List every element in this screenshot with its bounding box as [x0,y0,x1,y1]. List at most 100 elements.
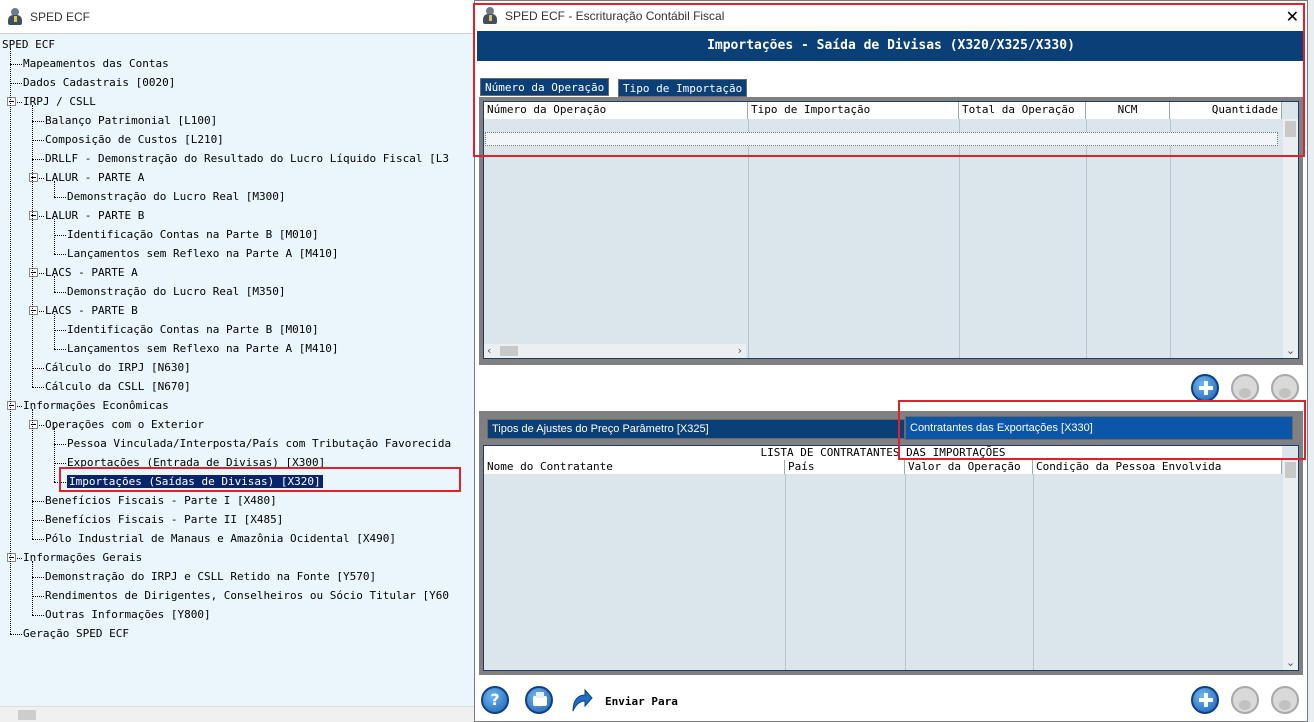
tree-item-label: Pessoa Vinculada/Interposta/País com Tri… [67,437,452,450]
tree-item[interactable]: Identificação Contas na Parte B [M010] [67,226,319,243]
tree-item-label: Dados Cadastrais [0020] [23,76,176,89]
tree-item[interactable]: Informações Econômicas [23,397,169,414]
send-arrow-icon[interactable] [569,687,593,713]
tree-item-label: Benefícios Fiscais - Parte II [X485] [45,513,284,526]
scroll-right-arrow-icon[interactable]: › [738,344,742,358]
tree-item[interactable]: Rendimentos de Dirigentes, Conselheiros … [45,587,449,604]
tree-item[interactable]: Operações com o Exterior [45,416,204,433]
col-nome-contratante[interactable]: Nome do Contratante [484,460,785,474]
tree-item-label: Informações Econômicas [23,399,169,412]
collapse-icon[interactable] [7,401,16,410]
tree-item[interactable]: Geração SPED ECF [23,625,129,642]
tab-tipo-importacao[interactable]: Tipo de Importação [618,79,748,97]
add-contractor-button[interactable] [1191,686,1219,714]
tree-item[interactable]: Demonstração do Lucro Real [M300] [67,188,286,205]
tree-item[interactable]: LACS - PARTE B [45,302,138,319]
tree-item-label: LALUR - PARTE A [45,171,145,184]
col-pais[interactable]: País [785,460,905,474]
col-quantidade[interactable]: Quantidade [1170,102,1282,119]
tree-item[interactable]: Demonstração do IRPJ e CSLL Retido na Fo… [45,568,376,585]
tree-item-label: Lançamentos sem Reflexo na Parte A [M410… [67,342,339,355]
tree-item-label: Exportações (Entrada de Divisas) [X300] [67,456,326,469]
delete-contractor-button[interactable] [1271,686,1299,714]
tree-item[interactable]: LALUR - PARTE A [45,169,144,186]
collapse-icon[interactable] [29,268,38,277]
edit-contractor-button[interactable] [1231,686,1259,714]
tree-item[interactable]: Lançamentos sem Reflexo na Parte A [M410… [67,340,339,357]
tree-item-label: Composição de Custos [L210] [45,133,224,146]
scroll-left-arrow-icon[interactable]: ‹ [487,344,491,358]
col-condicao-pessoa[interactable]: Condição da Pessoa Envolvida [1033,460,1282,474]
help-button[interactable]: ? [481,686,509,714]
tree-item-label: Pólo Industrial de Manaus e Amazônia Oci… [45,532,396,545]
collapse-icon[interactable] [29,420,38,429]
tree-item[interactable]: DRLLF - Demonstração do Resultado do Luc… [45,150,449,167]
tree-item[interactable]: Balanço Patrimonial [L100] [45,112,217,129]
collapse-icon[interactable] [29,211,38,220]
tree-item[interactable]: Identificação Contas na Parte B [M010] [67,321,319,338]
col-ncm[interactable]: NCM [1086,102,1170,119]
scroll-down-arrow-icon[interactable]: ⌄ [1286,344,1295,358]
scroll-down-arrow-icon[interactable]: ⌄ [1286,656,1295,670]
collapse-icon[interactable] [7,553,16,562]
delete-operation-button[interactable] [1271,374,1299,402]
tab-contratantes-exportacoes[interactable]: Contratantes das Exportações [X330] [905,416,1293,440]
tree-item[interactable]: Outras Informações [Y800] [45,606,211,623]
table-row[interactable] [485,132,1278,146]
operations-grid: Número da Operação Tipo de Importação To… [483,101,1299,359]
contractors-vertical-scrollbar[interactable]: ⌄ [1283,460,1298,670]
navigation-tree: SPED ECF Mapeamentos das Contas Dados Cada… [0,34,476,706]
tree-item-label: LACS - PARTE A [45,266,138,279]
tree-item-label: Lançamentos sem Reflexo na Parte A [M410… [67,247,339,260]
tree-item[interactable]: Mapeamentos das Contas [23,55,169,72]
collapse-icon[interactable] [29,173,38,182]
tree-item-label: Balanço Patrimonial [L100] [45,114,218,127]
tree-horizontal-scrollbar[interactable] [0,706,476,722]
col-numero-operacao[interactable]: Número da Operação [484,102,748,119]
contractors-grid: LISTA DE CONTRATANTES DAS IMPORTAÇÕES No… [483,445,1299,671]
close-icon[interactable]: ✕ [1286,7,1299,26]
tree-item[interactable]: Informações Gerais [23,549,142,566]
tree-item[interactable]: IRPJ / CSLL [23,93,96,110]
tree-item[interactable]: Dados Cadastrais [0020] [23,74,175,91]
tree-item-label: Rendimentos de Dirigentes, Conselheiros … [45,589,449,602]
tree-item[interactable]: Demonstração do Lucro Real [M350] [67,283,286,300]
col-total-operacao[interactable]: Total da Operação [959,102,1086,119]
tree-item[interactable]: Benefícios Fiscais - Parte I [X480] [45,492,277,509]
tree-item-label: Benefícios Fiscais - Parte I [X480] [45,494,277,507]
collapse-icon[interactable] [29,306,38,315]
tree-item[interactable]: Importações (Saídas de Divisas) [X320] [67,473,323,490]
tree-item[interactable]: Composição de Custos [L210] [45,131,224,148]
tree-item-label: Geração SPED ECF [23,627,129,640]
tree-item[interactable]: Lançamentos sem Reflexo na Parte A [M410… [67,245,339,262]
tree-item[interactable]: Cálculo da CSLL [N670] [45,378,191,395]
tree-item-label: Demonstração do Lucro Real [M300] [67,190,286,203]
tab-numero-operacao[interactable]: Número da Operação [480,78,610,96]
print-button[interactable] [525,686,553,714]
operations-horizontal-scrollbar[interactable]: ‹ › [484,344,746,358]
tree-item[interactable]: Pólo Industrial de Manaus e Amazônia Oci… [45,530,396,547]
add-operation-button[interactable] [1191,374,1219,402]
col-tipo-importacao[interactable]: Tipo de Importação [748,102,959,119]
send-to-label[interactable]: Enviar Para [605,695,678,708]
tab-ajustes-preco-parametro[interactable]: Tipos de Ajustes do Preço Parâmetro [X32… [487,419,905,439]
tree-item-label: Demonstração do Lucro Real [M350] [67,285,286,298]
col-valor-operacao[interactable]: Valor da Operação [905,460,1033,474]
app-user-icon [481,7,499,25]
collapse-icon[interactable] [7,97,16,106]
tree-item-label: Outras Informações [Y800] [45,608,211,621]
operations-vertical-scrollbar[interactable]: ⌄ [1283,119,1298,358]
tree-item-label: LALUR - PARTE B [45,209,145,222]
tree-item-label: DRLLF - Demonstração do Resultado do Luc… [45,152,449,165]
tree-item[interactable]: Cálculo do IRPJ [N630] [45,359,191,376]
tree-item[interactable]: Benefícios Fiscais - Parte II [X485] [45,511,283,528]
import-dialog: SPED ECF - Escrituração Contábil Fiscal … [474,0,1308,722]
tree-item-label: Operações com o Exterior [45,418,204,431]
tree-item[interactable]: Exportações (Entrada de Divisas) [X300] [67,454,325,471]
tree-item[interactable]: Pessoa Vinculada/Interposta/País com Tri… [67,435,451,452]
operations-grid-frame: Número da Operação Tipo de Importação To… [479,97,1303,365]
edit-operation-button[interactable] [1231,374,1259,402]
tree-item[interactable]: LACS - PARTE A [45,264,138,281]
tree-item[interactable]: LALUR - PARTE B [45,207,144,224]
tree-item-label: Demonstração do IRPJ e CSLL Retido na Fo… [45,570,377,583]
